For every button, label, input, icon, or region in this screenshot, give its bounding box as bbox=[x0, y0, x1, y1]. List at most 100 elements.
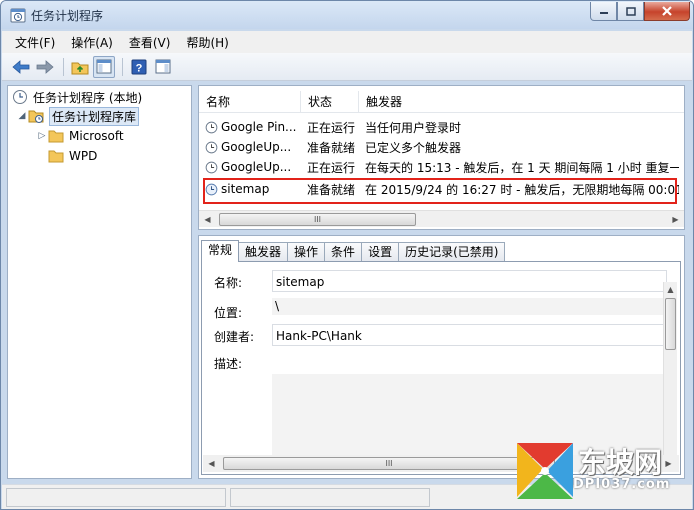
scroll-up-arrow-icon[interactable]: ▲ bbox=[664, 282, 677, 296]
name-field[interactable]: sitemap bbox=[272, 270, 667, 292]
watermark-subtitle: DPI037.com bbox=[573, 477, 671, 492]
task-row[interactable]: Google Pin... 正在运行 当任何用户登录时 bbox=[199, 117, 684, 137]
window-controls bbox=[590, 2, 690, 21]
tree-item-wpd[interactable]: WPD bbox=[36, 147, 97, 165]
back-arrow-icon bbox=[12, 59, 30, 74]
task-list-horizontal-scrollbar[interactable]: ◀ III ▶ bbox=[199, 210, 684, 227]
status-cell bbox=[230, 488, 430, 507]
action-pane-icon bbox=[155, 59, 171, 74]
action-pane-button[interactable] bbox=[152, 56, 174, 78]
menu-file[interactable]: 文件(F) bbox=[8, 34, 64, 51]
tree-label-root: 任务计划程序 (本地) bbox=[33, 90, 143, 105]
svg-text:?: ? bbox=[136, 62, 143, 74]
task-trigger: 当任何用户登录时 bbox=[365, 120, 462, 135]
menu-action[interactable]: 操作(A) bbox=[64, 34, 122, 51]
location-label: 位置: bbox=[214, 306, 243, 320]
scroll-thumb[interactable]: III bbox=[223, 457, 555, 470]
task-trigger: 已定义多个触发器 bbox=[365, 140, 462, 155]
maximize-icon bbox=[625, 6, 636, 16]
tree-item-root[interactable]: 任务计划程序 (本地) bbox=[12, 88, 142, 106]
library-folder-clock-icon bbox=[28, 110, 44, 123]
task-clock-icon bbox=[205, 183, 218, 195]
menu-view[interactable]: 查看(V) bbox=[122, 34, 180, 51]
forward-button[interactable] bbox=[34, 56, 56, 78]
help-button[interactable]: ? bbox=[128, 56, 150, 78]
show-hide-console-tree-button[interactable] bbox=[93, 55, 115, 78]
menu-bar: 文件(F) 操作(A) 查看(V) 帮助(H) bbox=[2, 31, 692, 53]
task-name: sitemap bbox=[221, 182, 270, 196]
task-status: 准备就绪 bbox=[307, 182, 356, 197]
location-field: \ bbox=[272, 298, 667, 315]
help-icon: ? bbox=[131, 59, 147, 74]
collapse-arrow-icon[interactable]: ◢ bbox=[16, 111, 28, 121]
name-label: 名称: bbox=[214, 276, 243, 290]
details-vertical-scrollbar[interactable]: ▲ bbox=[663, 282, 677, 462]
tree-item-microsoft[interactable]: ▷ Microsoft bbox=[36, 127, 124, 145]
task-scheduler-app-icon bbox=[10, 8, 26, 23]
task-clock-icon bbox=[205, 161, 218, 173]
watermark-title: 东坡网 bbox=[578, 446, 663, 479]
task-status: 正在运行 bbox=[307, 160, 356, 175]
toolbar-separator bbox=[63, 57, 64, 76]
back-button[interactable] bbox=[10, 56, 32, 78]
scroll-right-arrow-icon[interactable]: ▶ bbox=[667, 211, 684, 228]
task-name: GoogleUp... bbox=[221, 140, 292, 154]
task-trigger: 在每天的 15:13 - 触发后，在 1 天 期间每隔 1 小时 重复一 bbox=[365, 160, 679, 175]
console-tree-pane: 任务计划程序 (本地) ◢ 任务计划程序库 ▷ Microsoft WPD bbox=[7, 85, 192, 479]
task-list-header: 名称 状态 触发器 bbox=[199, 91, 684, 113]
task-scheduler-window: 任务计划程序 文件(F) 操作(A) 查看(V) 帮助(H) ? 任务计划程序 … bbox=[0, 0, 694, 510]
menu-help[interactable]: 帮助(H) bbox=[179, 34, 237, 51]
watermark-x-logo-icon bbox=[517, 443, 573, 499]
window-title: 任务计划程序 bbox=[31, 9, 104, 23]
status-cell bbox=[6, 488, 226, 507]
tab-general[interactable]: 常规 bbox=[201, 240, 240, 262]
maximize-button[interactable] bbox=[617, 2, 644, 21]
tree-item-library[interactable]: ◢ 任务计划程序库 bbox=[16, 106, 140, 126]
task-status: 准备就绪 bbox=[307, 140, 356, 155]
author-label: 创建者: bbox=[214, 330, 255, 344]
minimize-icon bbox=[599, 12, 608, 14]
toolbar-separator bbox=[122, 57, 123, 76]
tab-history[interactable]: 历史记录(已禁用) bbox=[398, 242, 506, 262]
task-list-pane: 名称 状态 触发器 Google Pin... 正在运行 当任何用户登录时 Go… bbox=[198, 85, 685, 230]
column-header-status[interactable]: 状态 bbox=[301, 91, 359, 112]
folder-icon bbox=[48, 150, 64, 163]
task-row[interactable]: GoogleUp... 准备就绪 已定义多个触发器 bbox=[199, 137, 684, 157]
scroll-left-arrow-icon[interactable]: ◀ bbox=[203, 455, 220, 472]
close-icon bbox=[662, 6, 672, 16]
folder-icon bbox=[48, 130, 64, 143]
folder-up-icon bbox=[71, 62, 89, 74]
scroll-thumb[interactable]: III bbox=[219, 213, 416, 226]
details-tabs: 常规 触发器 操作 条件 设置 历史记录(已禁用) bbox=[201, 240, 506, 262]
author-field[interactable]: Hank-PC\Hank bbox=[272, 324, 667, 346]
tree-label-microsoft: Microsoft bbox=[69, 129, 124, 143]
tab-conditions[interactable]: 条件 bbox=[324, 242, 363, 262]
title-bar[interactable]: 任务计划程序 bbox=[1, 1, 693, 29]
tab-actions[interactable]: 操作 bbox=[287, 242, 326, 262]
forward-arrow-icon bbox=[36, 59, 54, 74]
tab-triggers[interactable]: 触发器 bbox=[238, 242, 289, 262]
tab-settings[interactable]: 设置 bbox=[361, 242, 400, 262]
scroll-left-arrow-icon[interactable]: ◀ bbox=[199, 211, 216, 228]
expand-arrow-icon[interactable]: ▷ bbox=[36, 131, 48, 141]
column-header-trigger[interactable]: 触发器 bbox=[359, 91, 684, 112]
task-clock-icon bbox=[205, 121, 218, 133]
task-name: GoogleUp... bbox=[221, 160, 292, 174]
minimize-button[interactable] bbox=[590, 2, 617, 21]
tree-label-wpd: WPD bbox=[69, 149, 98, 163]
task-row-selected[interactable]: sitemap 准备就绪 在 2015/9/24 的 16:27 时 - 触发后… bbox=[199, 179, 684, 199]
column-header-name[interactable]: 名称 bbox=[199, 91, 301, 112]
task-clock-icon bbox=[205, 141, 218, 153]
task-row[interactable]: GoogleUp... 正在运行 在每天的 15:13 - 触发后，在 1 天 … bbox=[199, 157, 684, 177]
task-status: 正在运行 bbox=[307, 120, 356, 135]
vertical-scroll-thumb[interactable] bbox=[665, 298, 676, 350]
task-name: Google Pin... bbox=[221, 120, 297, 134]
up-folder-button[interactable] bbox=[69, 56, 91, 78]
close-button[interactable] bbox=[644, 2, 690, 21]
clock-icon bbox=[13, 90, 27, 104]
console-tree-icon bbox=[96, 59, 112, 74]
toolbar: ? bbox=[2, 53, 692, 81]
watermark-logo: 东坡网 DPI037.com bbox=[513, 437, 693, 503]
task-trigger: 在 2015/9/24 的 16:27 时 - 触发后，无限期地每隔 00:01 bbox=[365, 182, 679, 197]
tree-label-library: 任务计划程序库 bbox=[49, 106, 140, 126]
